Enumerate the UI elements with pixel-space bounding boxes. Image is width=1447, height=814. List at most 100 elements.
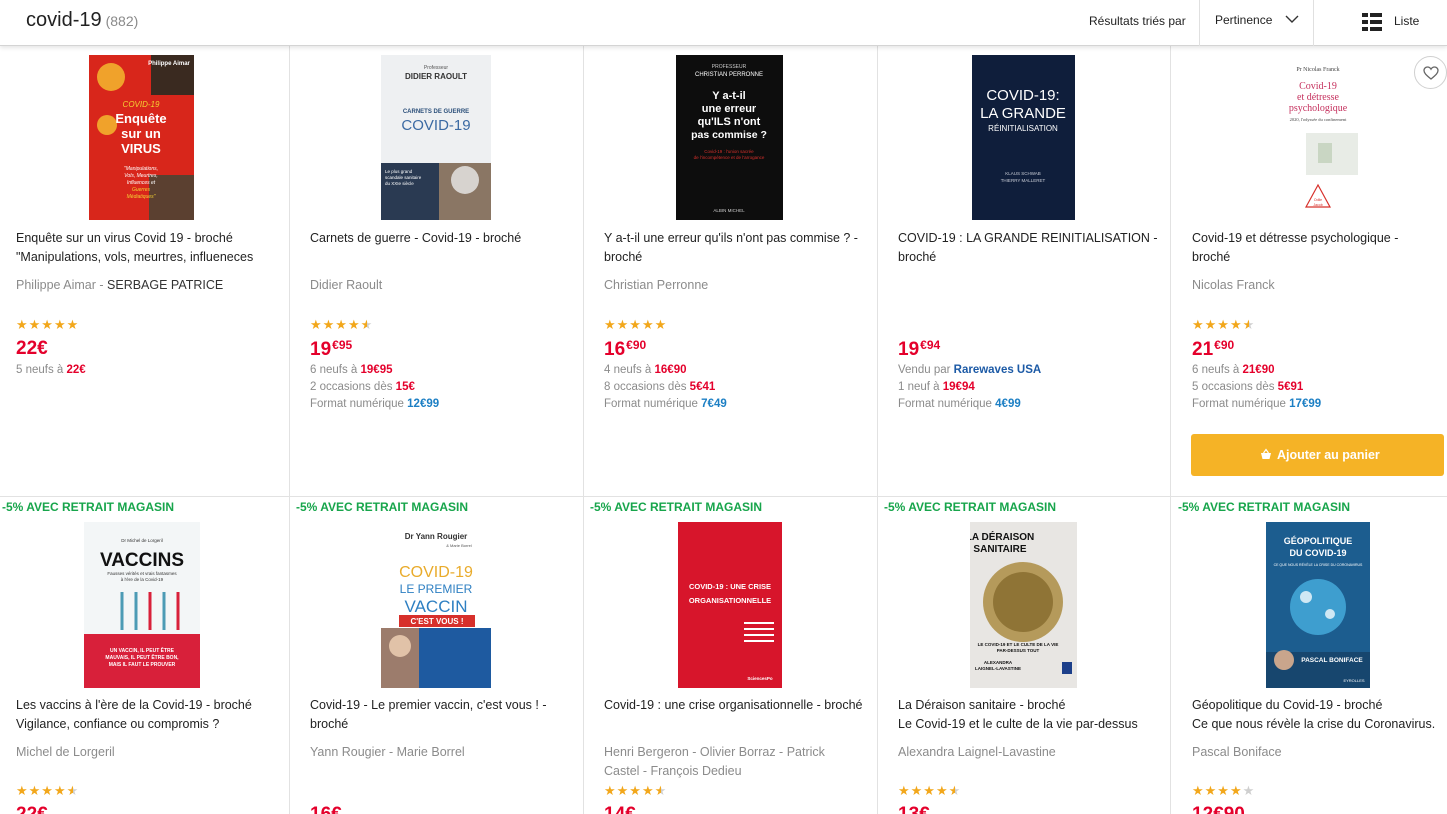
- offer-line[interactable]: 5 occasions dès 5€91: [1192, 379, 1303, 396]
- author-link[interactable]: Pascal Boniface: [1192, 743, 1447, 762]
- offer-line[interactable]: 5 neufs à 22€: [16, 362, 86, 379]
- offer-line[interactable]: Format numérique 17€99: [1192, 396, 1321, 413]
- cover-text: COVID-19: [123, 100, 160, 109]
- book-cover[interactable]: PROFESSEUR CHRISTIAN PERRONNE Y a-t-il u…: [676, 55, 783, 220]
- price-value: 22€: [16, 338, 48, 359]
- product-title[interactable]: La Déraison sanitaire - broché Le Covid-1…: [898, 696, 1168, 734]
- offer-line[interactable]: 8 occasions dès 5€41: [604, 379, 715, 396]
- offer-line[interactable]: 1 neuf à 19€94: [898, 379, 975, 396]
- author-link[interactable]: Henri Bergeron - Olivier Borraz - Patric…: [604, 743, 854, 781]
- product-price: 22€: [16, 338, 48, 360]
- book-cover-art: Professeur DIDIER RAOULT CARNETS DE GUER…: [381, 55, 491, 220]
- author-link[interactable]: Nicolas Franck: [1192, 276, 1447, 295]
- offer-price: 17€99: [1289, 398, 1322, 410]
- cover-text: RÉINITIALISATION: [988, 124, 1058, 133]
- book-cover[interactable]: Dr Yann Rougier & Marie Borrel COVID-19 …: [381, 522, 491, 688]
- cover-text: DU COVID-19: [1289, 548, 1346, 558]
- product-subtitle: "Manipulations, vols, meurtres, influene…: [16, 250, 254, 264]
- product-title[interactable]: Covid-19 et détresse psychologique - bro…: [1192, 229, 1432, 267]
- offer-line[interactable]: 6 neufs à 21€90: [1192, 362, 1275, 379]
- cover-text: Enquête: [115, 111, 166, 126]
- cover-text: Dr Michel de Lorgeril: [121, 538, 163, 543]
- product-title[interactable]: Covid-19 : une crise organisationnelle -…: [604, 696, 874, 715]
- product-title-text: COVID-19 : LA GRANDE REINITIALISATION - …: [898, 231, 1158, 264]
- author-link[interactable]: SERBAGE PATRICE: [107, 278, 223, 292]
- offer-line[interactable]: 4 neufs à 16€90: [604, 362, 687, 379]
- column-divider: [1170, 46, 1171, 814]
- author-link[interactable]: Philippe Aimar: [16, 278, 96, 292]
- cover-text: LA DÉRAISON: [970, 530, 1034, 543]
- cover-text: Vols, Meurtres,: [124, 173, 157, 179]
- price-cents: €90: [1214, 338, 1235, 352]
- product-title[interactable]: Géopolitique du Covid-19 - broché Ce que …: [1192, 696, 1447, 734]
- product-subtitle: Ce que nous révèle la crise du Coronavir…: [1192, 717, 1436, 731]
- product-subtitle: Vigilance, confiance ou compromis ?: [16, 717, 220, 731]
- book-cover[interactable]: LA DÉRAISON SANITAIRE LE COVID-19 ET LE …: [970, 522, 1077, 688]
- heart-icon: [1423, 66, 1439, 80]
- cover-text: COVID-19:: [986, 87, 1059, 104]
- cover-text: Pr Nicolas Franck: [1296, 67, 1339, 73]
- cover-text: MAIS IL FAUT LE PROUVER: [109, 662, 176, 668]
- product-title-text: Covid-19 et détresse psychologique - bro…: [1192, 231, 1399, 264]
- book-cover[interactable]: COVID-19 : UNE CRISE ORGANISATIONNELLE S…: [678, 522, 782, 688]
- price-value: 19: [898, 339, 920, 360]
- product-title-text: Enquête sur un virus Covid 19 - broché: [16, 231, 233, 245]
- seller-link[interactable]: Rarewaves USA: [954, 364, 1042, 376]
- product-title[interactable]: COVID-19 : LA GRANDE REINITIALISATION - …: [898, 229, 1168, 267]
- offer-line[interactable]: 6 neufs à 19€95: [310, 362, 393, 379]
- offer-label: Format numérique: [604, 398, 702, 410]
- cover-text: UN VACCIN, IL PEUT ÊTRE: [110, 646, 175, 654]
- cover-text: DIDIER RAOULT: [405, 72, 467, 81]
- offer-line[interactable]: 2 occasions dès 15€: [310, 379, 415, 396]
- author-link[interactable]: Marie Borrel: [397, 745, 465, 759]
- product-title-text: Y a-t-il une erreur qu'ils n'ont pas com…: [604, 231, 858, 264]
- offer-line[interactable]: Format numérique 7€49: [604, 396, 727, 413]
- star-rating: ★★★★★: [898, 783, 962, 798]
- product-subtitle: Le Covid-19 et le culte de la vie par-de…: [898, 717, 1138, 731]
- list-view-toggle[interactable]: Liste: [1314, 0, 1447, 46]
- author-link[interactable]: Christian Perronne: [604, 276, 874, 295]
- product-title[interactable]: Carnets de guerre - Covid-19 - broché: [310, 229, 580, 248]
- cover-text: SciencesPo: [747, 676, 773, 681]
- book-cover[interactable]: Professeur DIDIER RAOULT CARNETS DE GUER…: [381, 55, 491, 220]
- offer-price: 19€94: [942, 381, 975, 393]
- cover-text: et détresse: [1297, 92, 1339, 103]
- offer-price: 12€99: [407, 398, 440, 410]
- author-link[interactable]: Didier Raoult: [310, 276, 580, 295]
- book-cover-art: COVID-19 : UNE CRISE ORGANISATIONNELLE S…: [678, 522, 782, 688]
- author-link[interactable]: Alexandra Laignel-Lavastine: [898, 743, 1168, 762]
- sort-label: Résultats triés par: [1089, 14, 1186, 28]
- book-cover[interactable]: Dr Michel de Lorgeril VACCINS Fausses vé…: [84, 522, 200, 688]
- offer-label: 8 occasions dès: [604, 381, 690, 393]
- book-cover-art: Pr Nicolas Franck Covid-19 et détresse p…: [1266, 55, 1371, 220]
- product-title-text: Carnets de guerre - Covid-19 - broché: [310, 231, 522, 245]
- offer-label: 2 occasions dès: [310, 381, 396, 393]
- product-title[interactable]: Les vaccins à l'ère de la Covid-19 - bro…: [16, 696, 286, 734]
- offer-line[interactable]: Format numérique 4€99: [898, 396, 1021, 413]
- book-cover[interactable]: GÉOPOLITIQUE DU COVID-19 CE QUE NOUS RÉV…: [1266, 522, 1370, 688]
- product-price: 14€: [604, 804, 636, 814]
- author-link[interactable]: Yann Rougier: [310, 745, 386, 759]
- wishlist-button[interactable]: [1414, 56, 1447, 89]
- product-title[interactable]: Y a-t-il une erreur qu'ils n'ont pas com…: [604, 229, 874, 267]
- author-link[interactable]: Michel de Lorgeril: [16, 743, 286, 762]
- book-cover[interactable]: Pr Nicolas Franck Covid-19 et détresse p…: [1266, 55, 1371, 220]
- cover-text: COVID-19: [399, 564, 473, 581]
- book-cover[interactable]: Philippe Aimar COVID-19 Enquête sur un V…: [89, 55, 194, 220]
- book-cover[interactable]: COVID-19: LA GRANDE RÉINITIALISATION KLA…: [972, 55, 1075, 220]
- offer-label: 6 neufs à: [310, 364, 361, 376]
- sort-value: Pertinence: [1215, 13, 1273, 27]
- product-price: 16€: [310, 804, 342, 814]
- cover-text: ALBIN MICHEL: [713, 208, 745, 213]
- cover-text: VIRUS: [121, 141, 161, 156]
- product-title[interactable]: Enquête sur un virus Covid 19 - broché "M…: [16, 229, 286, 267]
- basket-icon: [1261, 448, 1271, 459]
- product-title-text: La Déraison sanitaire - broché: [898, 698, 1066, 712]
- sort-dropdown[interactable]: Pertinence: [1200, 0, 1313, 46]
- cover-text: CHRISTIAN PERRONNE: [695, 72, 763, 78]
- product-title[interactable]: Covid-19 - Le premier vaccin, c'est vous…: [310, 696, 580, 734]
- cover-text: LE PREMIER: [400, 582, 473, 596]
- add-to-cart-button[interactable]: Ajouter au panier: [1191, 434, 1444, 476]
- offer-line[interactable]: Format numérique 12€99: [310, 396, 439, 413]
- cover-text: à l'ère de la Covid-19: [121, 577, 164, 582]
